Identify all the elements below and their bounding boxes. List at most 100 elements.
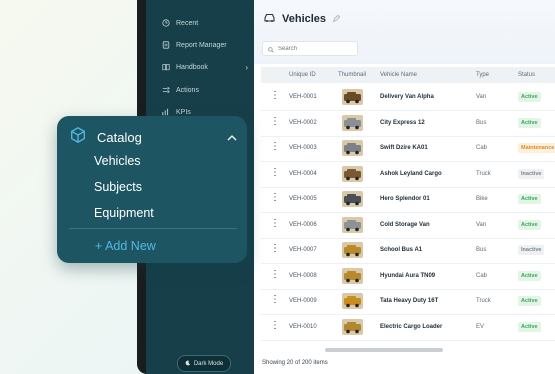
more-options-icon[interactable]: ⋮ [270, 244, 280, 254]
table-row[interactable]: ⋮ VEH-0002 City Express 12 Bus Active [261, 111, 555, 137]
cell-type: Van [476, 221, 487, 228]
edit-icon[interactable] [332, 10, 341, 28]
cell-type: Truck [476, 298, 491, 304]
cell-type: EV [476, 323, 485, 330]
cell-unique-id: VEH-0002 [289, 119, 317, 126]
cell-type: Cab [476, 272, 488, 279]
cell-unique-id: VEH-0001 [289, 94, 317, 100]
vehicle-thumbnail [342, 242, 363, 258]
add-new-button[interactable]: + Add New [95, 239, 156, 253]
page-header: Vehicles [263, 10, 341, 28]
cell-type: Cab [476, 145, 488, 151]
cell-vehicle-name: Hyundai Aura TN09 [380, 272, 436, 279]
cell-type: Bike [476, 196, 488, 202]
more-options-icon[interactable]: ⋮ [270, 116, 280, 127]
horizontal-scrollbar[interactable] [325, 348, 443, 352]
sidebar-item-report-manager[interactable]: Report Manager [162, 39, 248, 51]
cell-unique-id: VEH-0010 [289, 323, 317, 330]
vehicle-thumbnail [342, 267, 363, 284]
more-options-icon[interactable]: ⋮ [270, 142, 280, 152]
sidebar-item-label: Actions [176, 86, 199, 94]
column-header-type[interactable]: Type [476, 72, 489, 78]
catalog-header[interactable]: Catalog [69, 126, 142, 149]
catalog-menu: Catalog Vehicles Subjects Equipment + Ad… [57, 116, 247, 263]
main-panel: Vehicles Unique ID Thumbnail Vehicle Nam… [254, 0, 555, 374]
more-options-icon[interactable]: ⋮ [270, 218, 280, 229]
column-header-vehicle-name[interactable]: Vehicle Name [380, 72, 417, 78]
sidebar-item-label: Recent [176, 19, 199, 27]
more-options-icon[interactable]: ⋮ [270, 269, 280, 280]
status-badge: Active [518, 296, 541, 306]
catalog-title: Catalog [97, 130, 142, 145]
column-header-status[interactable]: Status [518, 72, 535, 78]
actions-icon [162, 86, 170, 94]
cell-unique-id: VEH-0006 [289, 221, 317, 228]
status-badge: Active [518, 117, 541, 128]
chevron-up-icon[interactable] [227, 128, 237, 146]
cell-vehicle-name: Hero Splendor 01 [380, 196, 430, 202]
status-badge: Active [518, 321, 541, 332]
status-badge: Inactive [518, 245, 545, 255]
status-badge: Active [518, 219, 541, 230]
catalog-item-equipment[interactable]: Equipment [94, 206, 154, 220]
search-icon [268, 40, 274, 58]
search-input[interactable] [278, 45, 348, 52]
cell-type: Bus [476, 119, 487, 126]
cell-vehicle-name: Swift Dzire KA01 [380, 145, 428, 151]
chevron-right-icon: › [245, 62, 248, 72]
status-badge: Active [518, 194, 541, 204]
more-options-icon[interactable]: ⋮ [270, 320, 280, 331]
table-row[interactable]: ⋮ VEH-0007 School Bus A1 Bus Inactive [261, 238, 555, 264]
table-row[interactable]: ⋮ VEH-0006 Cold Storage Van Van Active [261, 213, 555, 239]
table-row[interactable]: ⋮ VEH-0004 Ashok Leyland Cargo Truck Inactiv… [261, 162, 555, 188]
cell-unique-id: VEH-0008 [289, 272, 317, 279]
sidebar-item-handbook[interactable]: Handbook › [162, 61, 248, 73]
vehicle-thumbnail [342, 114, 363, 131]
more-options-icon[interactable]: ⋮ [270, 167, 280, 178]
more-options-icon[interactable]: ⋮ [270, 193, 280, 203]
sidebar-item-actions[interactable]: Actions [162, 84, 248, 96]
dark-mode-toggle[interactable]: Dark Mode [177, 355, 231, 372]
status-badge: Maintenance [518, 143, 555, 153]
cell-vehicle-name: Ashok Leyland Cargo [380, 170, 442, 177]
vehicle-thumbnail [342, 293, 363, 309]
search-box[interactable] [262, 41, 358, 56]
book-icon [162, 63, 170, 71]
table-header: Unique ID Thumbnail Vehicle Name Type St… [261, 67, 555, 83]
report-icon [162, 41, 170, 49]
cell-unique-id: VEH-0007 [289, 247, 317, 253]
dark-mode-label: Dark Mode [193, 360, 224, 367]
table-row[interactable]: ⋮ VEH-0010 Electric Cargo Loader EV Active [261, 315, 555, 341]
catalog-item-subjects[interactable]: Subjects [94, 180, 142, 194]
cell-vehicle-name: Electric Cargo Loader [380, 323, 443, 330]
sidebar-item-label: KPIs [176, 108, 191, 116]
table-row[interactable]: ⋮ VEH-0008 Hyundai Aura TN09 Cab Active [261, 264, 555, 290]
more-options-icon[interactable]: ⋮ [270, 295, 280, 305]
topbar: Vehicles [254, 0, 555, 64]
catalog-item-vehicles[interactable]: Vehicles [94, 154, 141, 168]
cell-vehicle-name: Tata Heavy Duty 16T [380, 298, 439, 304]
status-badge: Inactive [518, 168, 545, 179]
page-title: Vehicles [282, 13, 327, 25]
vehicle-thumbnail [342, 89, 363, 105]
cell-unique-id: VEH-0005 [289, 196, 317, 202]
column-header-unique-id[interactable]: Unique ID [289, 72, 316, 78]
cell-type: Truck [476, 170, 491, 177]
sidebar-item-label: Report Manager [176, 41, 227, 49]
car-icon [263, 10, 276, 28]
vehicle-thumbnail [342, 191, 363, 207]
more-options-icon[interactable]: ⋮ [270, 91, 280, 101]
column-header-thumbnail[interactable]: Thumbnail [338, 72, 366, 78]
table-row[interactable]: ⋮ VEH-0001 Delivery Van Alpha Van Active [261, 85, 555, 111]
table-row[interactable]: ⋮ VEH-0003 Swift Dzire KA01 Cab Maintenance [261, 136, 555, 162]
moon-icon [185, 360, 191, 368]
table-row[interactable]: ⋮ VEH-0005 Hero Splendor 01 Bike Active [261, 187, 555, 213]
vehicle-thumbnail [342, 140, 363, 156]
cell-vehicle-name: School Bus A1 [380, 247, 423, 253]
cell-unique-id: VEH-0004 [289, 170, 317, 177]
vehicle-thumbnail [342, 216, 363, 233]
vehicle-thumbnail [342, 318, 363, 335]
table-row[interactable]: ⋮ VEH-0009 Tata Heavy Duty 16T Truck Active [261, 289, 555, 315]
sidebar-item-recent[interactable]: Recent [162, 17, 248, 29]
status-badge: Active [518, 92, 541, 102]
